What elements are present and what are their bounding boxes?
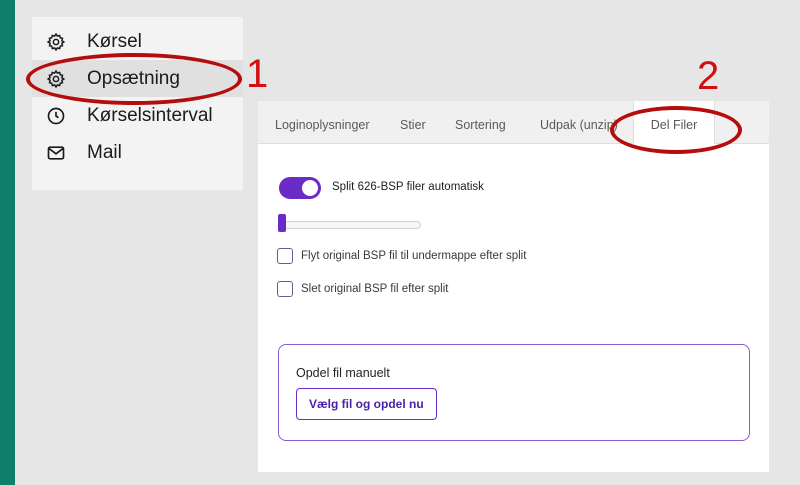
sidebar-item-label: Kørsel [87,30,142,52]
move-original-checkbox[interactable] [277,248,293,264]
move-original-label: Flyt original BSP fil til undermappe eft… [301,250,527,262]
tab-stier[interactable]: Stier [400,101,426,143]
auto-split-label: Split 626-BSP filer automatisk [332,181,484,193]
mail-icon [47,145,65,160]
auto-split-toggle[interactable] [279,177,321,199]
clock-icon [47,107,65,124]
toggle-knob [302,180,318,196]
tab-content: Split 626-BSP filer automatisk Flyt orig… [258,144,769,472]
manual-split-card: Opdel fil manuelt Vælg fil og opdel nu [278,344,750,441]
split-slider-track[interactable] [279,221,421,229]
manual-split-title: Opdel fil manuelt [296,366,390,380]
choose-file-split-button[interactable]: Vælg fil og opdel nu [296,388,437,420]
delete-original-label: Slet original BSP fil efter split [301,283,449,295]
move-original-row: Flyt original BSP fil til undermappe eft… [277,248,526,264]
sidebar-item-mail[interactable]: Mail [32,134,243,171]
annotation-number-2: 2 [697,54,720,98]
annotation-number-1: 1 [246,52,269,96]
settings-panel: Loginoplysninger Stier Sortering Udpak (… [258,101,769,472]
annotation-ring-1 [26,53,242,105]
delete-original-row: Slet original BSP fil efter split [277,281,448,297]
split-slider-thumb[interactable] [278,214,286,232]
sidebar-item-label: Mail [87,141,122,163]
gear-icon [46,32,66,51]
delete-original-checkbox[interactable] [277,281,293,297]
tab-sortering[interactable]: Sortering [455,101,506,143]
sidebar-item-label: Kørselsinterval [87,104,213,126]
tab-loginoplysninger[interactable]: Loginoplysninger [275,101,370,143]
annotation-ring-2 [610,106,742,154]
